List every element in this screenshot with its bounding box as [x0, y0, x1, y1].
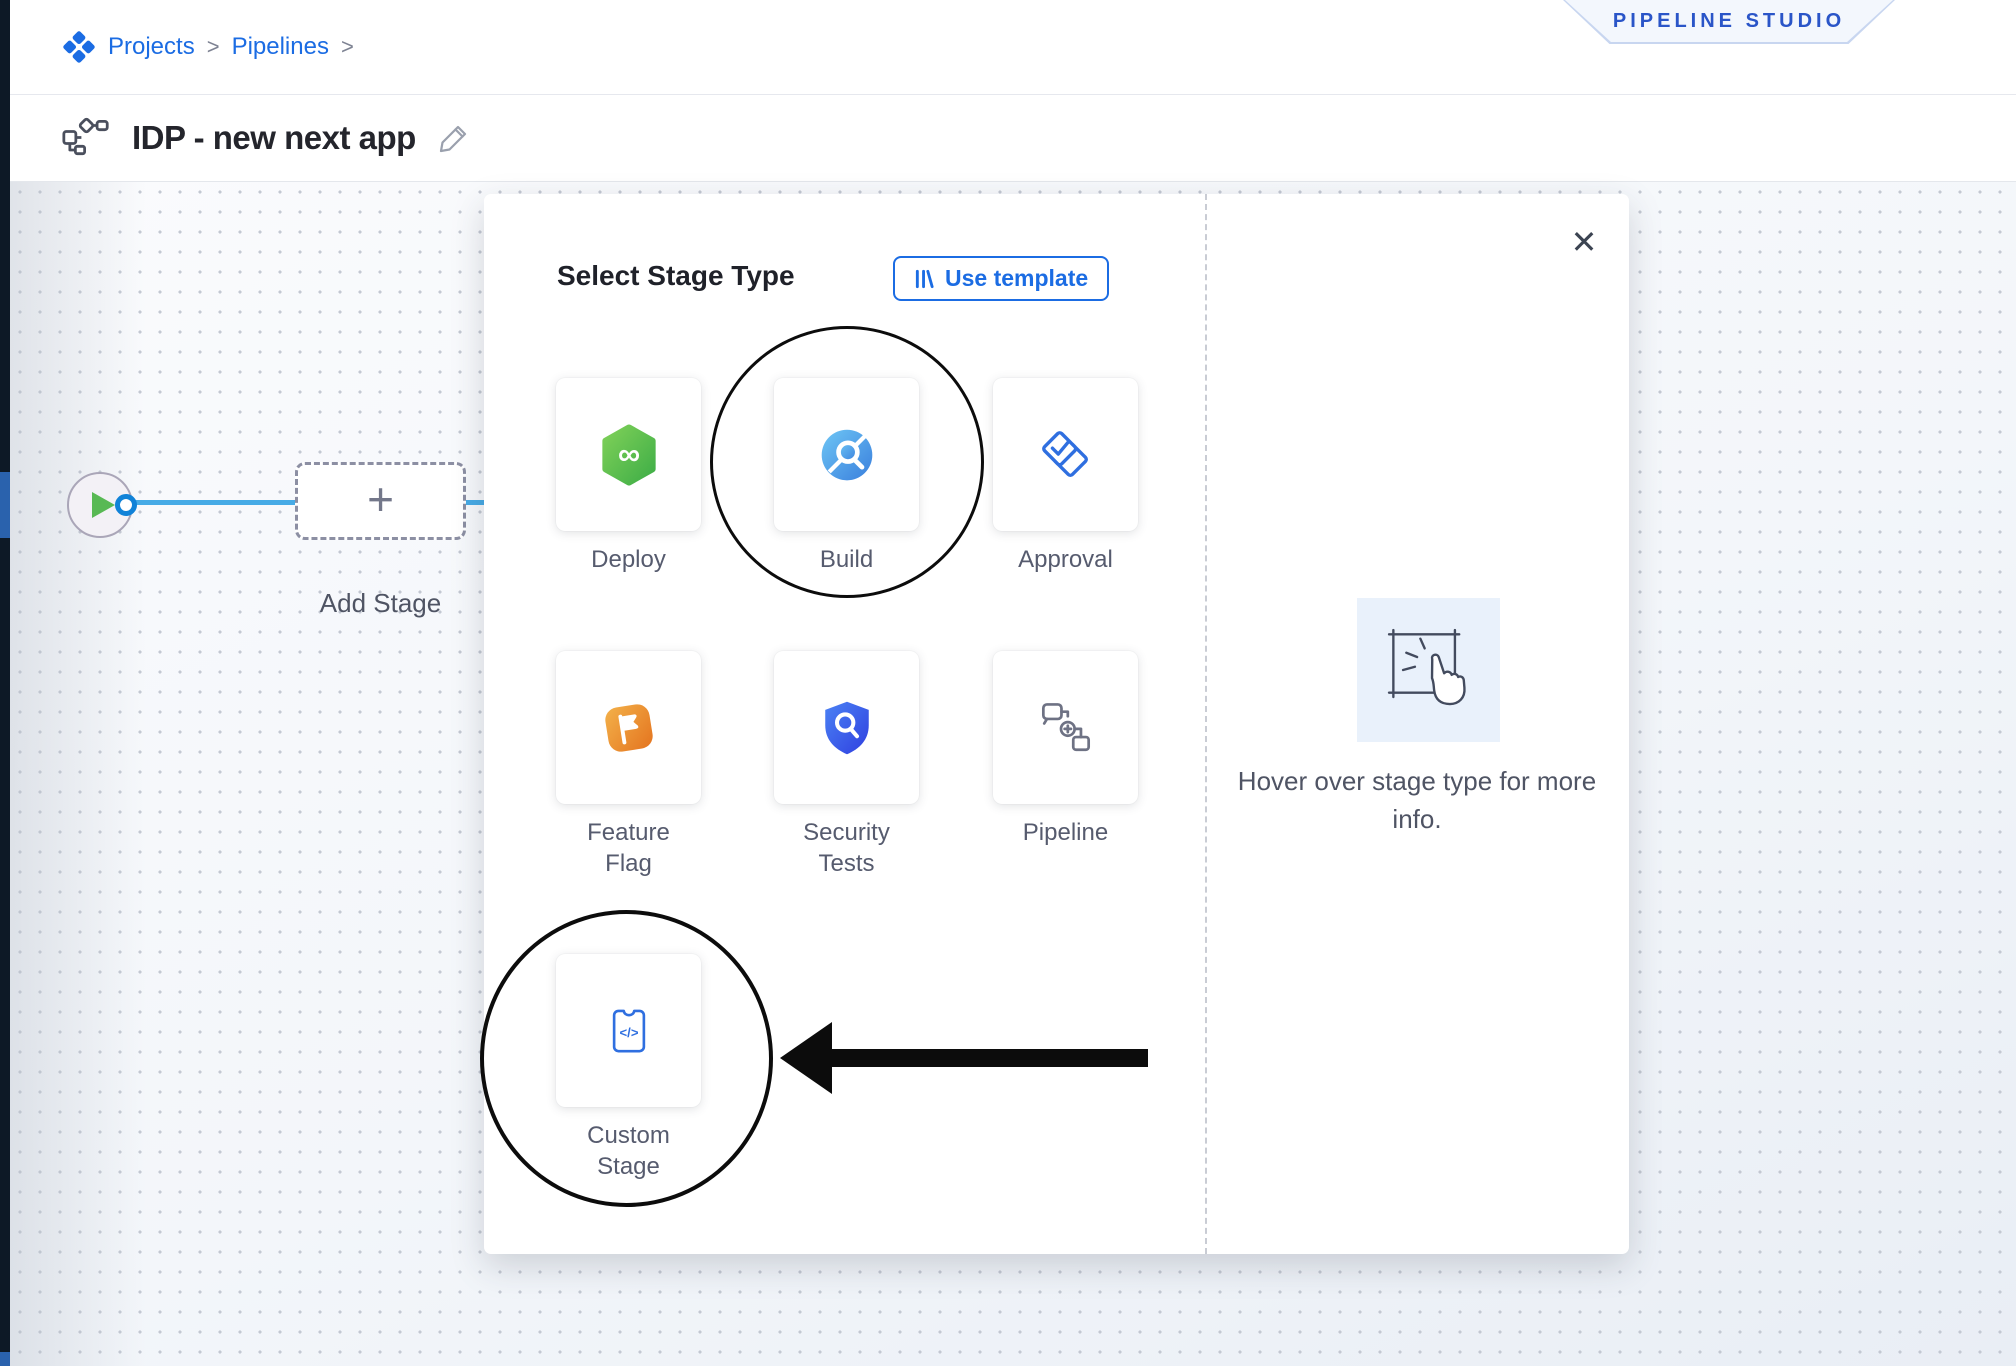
stage-type-label: Approval	[1009, 544, 1123, 575]
use-template-button[interactable]: Use template	[893, 256, 1109, 301]
breadcrumb: Projects > Pipelines >	[62, 0, 354, 94]
approval-icon	[1035, 424, 1097, 486]
security-tests-icon	[818, 698, 876, 758]
deploy-icon: ∞	[598, 424, 660, 486]
stage-type-label: Deploy	[572, 544, 686, 575]
stage-type-custom-stage[interactable]: </> Custom Stage	[556, 954, 701, 1182]
add-stage-node[interactable]: +	[295, 462, 466, 540]
edit-title-pencil-icon[interactable]	[438, 122, 470, 154]
hover-click-hand-illustration	[1357, 598, 1500, 742]
feature-flag-icon	[598, 697, 660, 759]
stage-type-security-tests[interactable]: Security Tests	[774, 651, 919, 879]
title-bar: IDP - new next app	[10, 95, 2016, 182]
rail-bottom-indicator	[0, 1352, 10, 1366]
stage-type-build[interactable]: Build	[774, 378, 919, 575]
stage-type-label: Feature Flag	[572, 817, 686, 879]
stage-type-approval[interactable]: Approval	[993, 378, 1138, 575]
svg-text:</>: </>	[619, 1025, 638, 1040]
stage-type-label: Custom Stage	[572, 1120, 686, 1182]
info-panel-text: Hover over stage type for more info.	[1217, 762, 1617, 838]
stage-type-label: Pipeline	[1009, 817, 1123, 848]
pipeline-studio-badge: PIPELINE STUDIO	[1563, 0, 1895, 44]
play-icon	[92, 492, 115, 518]
page-title: IDP - new next app	[132, 119, 416, 157]
harness-project-icon[interactable]	[62, 30, 96, 64]
modal-title: Select Stage Type	[557, 260, 795, 292]
stage-type-deploy[interactable]: ∞ Deploy	[556, 378, 701, 575]
stage-type-feature-flag[interactable]: Feature Flag	[556, 651, 701, 879]
panel-divider	[1205, 194, 1207, 1254]
build-icon	[817, 425, 877, 485]
pipeline-stage-icon	[1037, 699, 1095, 757]
pipeline-studio-badge-label: PIPELINE STUDIO	[1613, 10, 1845, 33]
select-stage-type-modal: Select Stage Type Use template ✕	[484, 194, 1629, 1254]
stage-type-pipeline[interactable]: Pipeline	[993, 651, 1138, 848]
breadcrumb-link-pipelines[interactable]: Pipelines	[232, 33, 329, 61]
rail-active-indicator	[0, 472, 10, 538]
connector-port[interactable]	[115, 494, 137, 516]
template-library-icon	[914, 268, 935, 290]
stage-type-label: Security Tests	[790, 817, 904, 879]
custom-stage-icon: </>	[601, 1003, 657, 1059]
stage-type-label: Build	[790, 544, 904, 575]
plus-icon: +	[367, 476, 394, 522]
flow-line	[466, 500, 486, 505]
breadcrumb-separator: >	[207, 34, 220, 60]
svg-text:∞: ∞	[617, 436, 639, 471]
add-stage-label: Add Stage	[295, 588, 466, 619]
breadcrumb-link-projects[interactable]: Projects	[108, 33, 195, 61]
close-icon[interactable]: ✕	[1562, 220, 1606, 264]
flow-line	[130, 500, 296, 505]
left-nav-rail	[0, 0, 10, 1366]
breadcrumb-separator: >	[341, 34, 354, 60]
pipeline-studio-page: Projects > Pipelines > PIPELINE STUDIO I…	[0, 0, 2016, 1366]
pipeline-flow-icon	[62, 117, 110, 159]
